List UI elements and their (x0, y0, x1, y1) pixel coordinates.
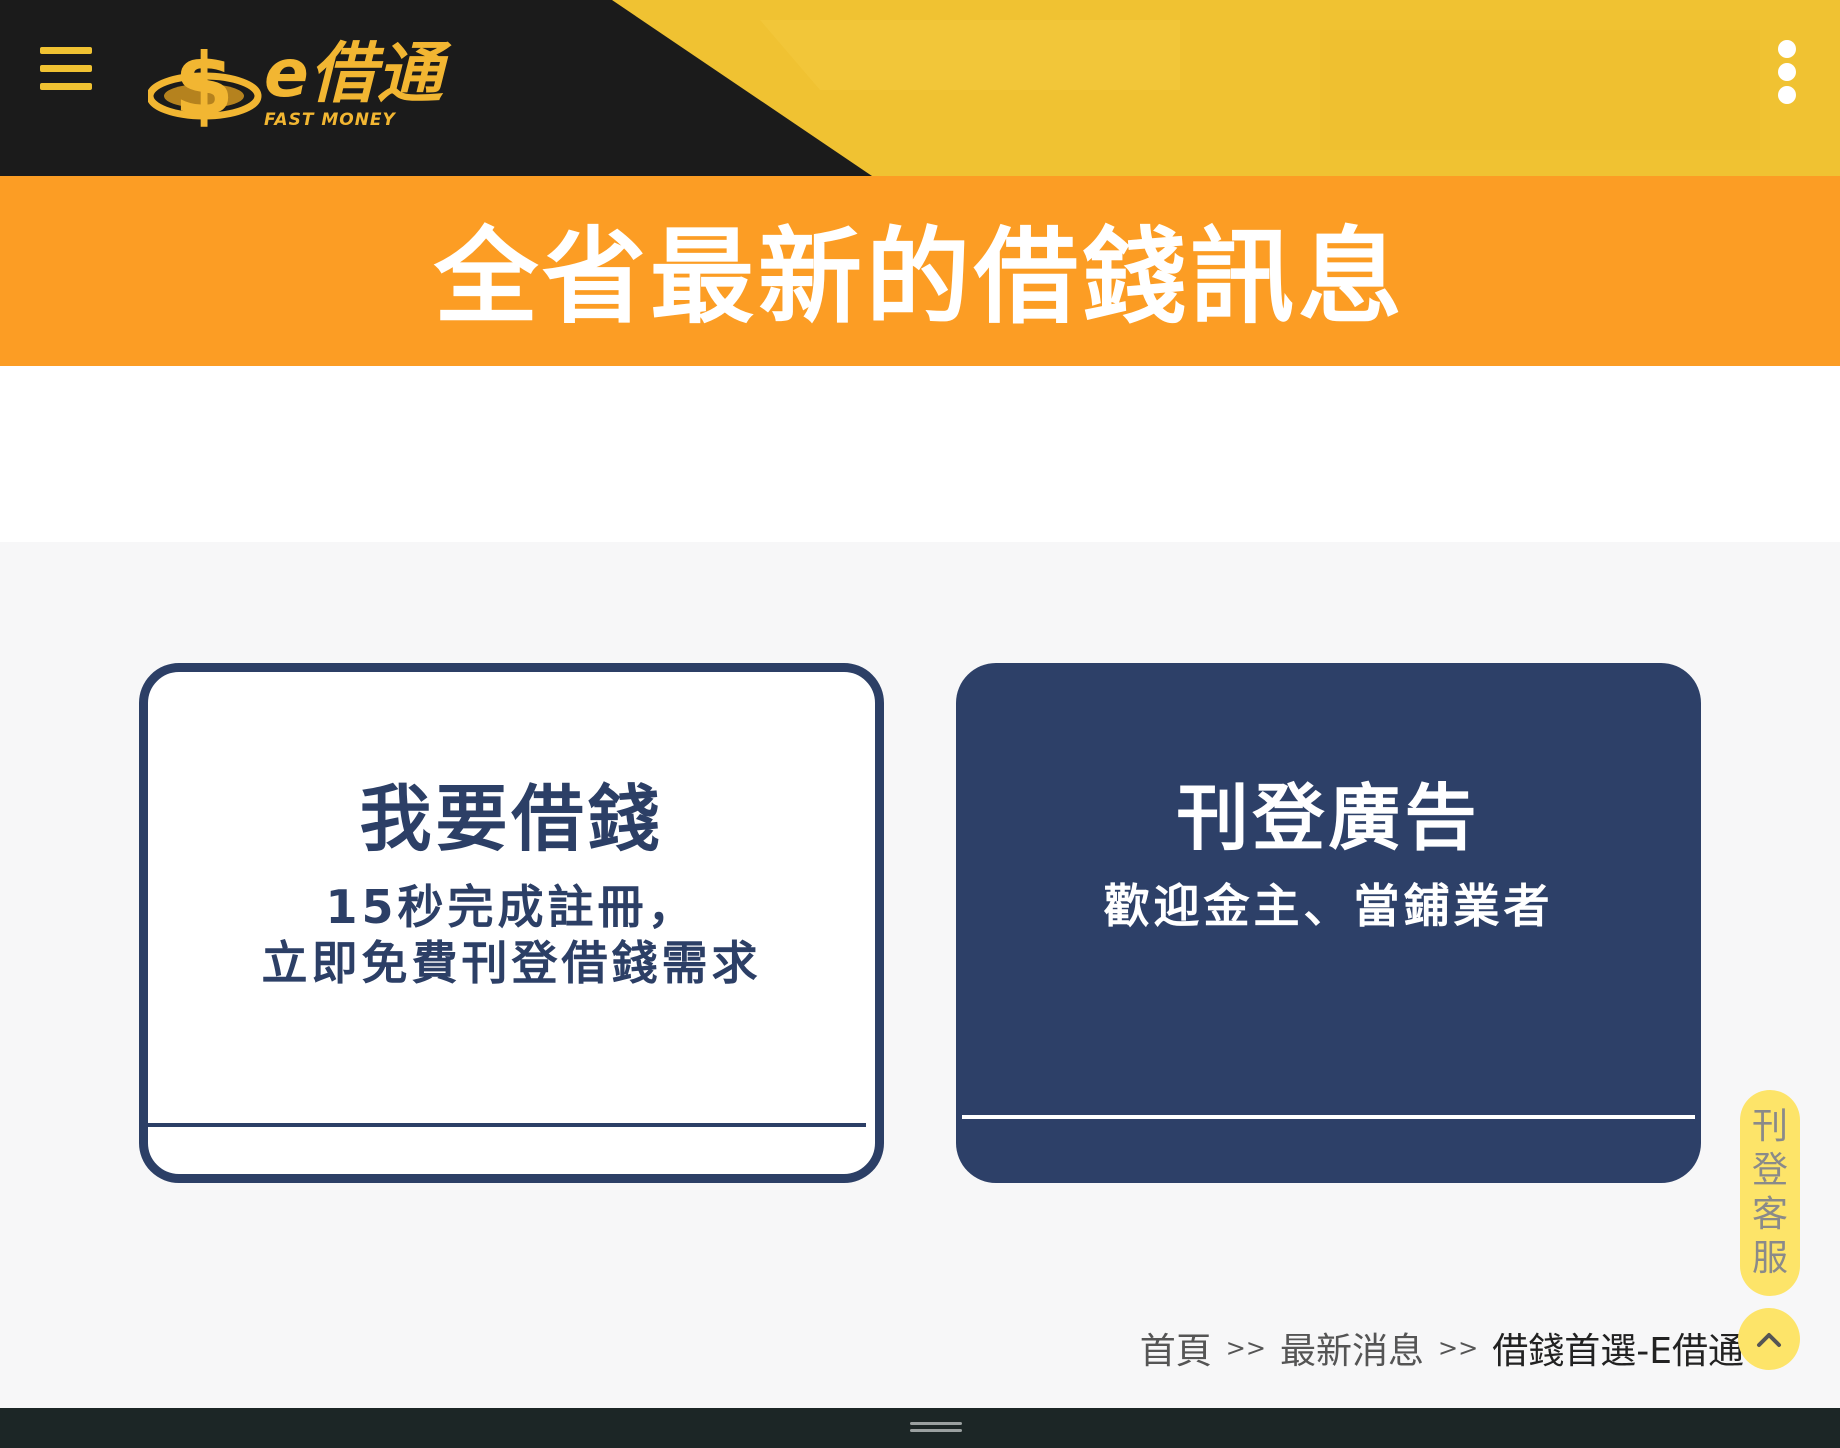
service-char: 客 (1751, 1194, 1788, 1235)
customer-service-button[interactable]: 刊 登 客 服 (1740, 1090, 1800, 1296)
logo-brand-text: e借通 (264, 35, 444, 112)
service-char: 刊 (1751, 1106, 1788, 1147)
back-to-top-button[interactable] (1738, 1308, 1800, 1370)
svg-text:$: $ (174, 35, 234, 135)
page-banner: 全省最新的借錢訊息 (0, 176, 1840, 366)
bottom-navigation-bar (0, 1408, 1840, 1448)
site-header: $ e借通 FAST MONEY (0, 0, 1840, 176)
service-char: 服 (1751, 1238, 1788, 1279)
spacer-area (0, 366, 1840, 542)
borrow-card-title: 我要借錢 (359, 777, 664, 861)
kebab-menu-icon[interactable] (1776, 40, 1800, 106)
borrow-card-subtitle-line1: 15秒完成註冊， (325, 880, 698, 934)
ad-card-subtitle: 歡迎金主、當鋪業者 (1103, 879, 1554, 933)
hamburger-menu-icon[interactable] (38, 44, 94, 94)
borrow-card-subtitle-line2: 立即免費刊登借錢需求 (261, 936, 762, 990)
service-char: 登 (1751, 1150, 1788, 1191)
breadcrumb-current: 借錢首選-E借通 (1492, 1331, 1744, 1372)
breadcrumb-separator: >> (1438, 1334, 1479, 1362)
logo-tagline: FAST MONEY (264, 110, 396, 130)
dollar-coin-icon: $ (148, 35, 262, 135)
chevron-up-icon (1757, 1333, 1781, 1347)
breadcrumb: 首頁 >> 最新消息 >> 借錢首選-E借通 (1140, 1320, 1744, 1376)
breadcrumb-news-link[interactable]: 最新消息 (1280, 1322, 1424, 1374)
page-title: 全省最新的借錢訊息 (433, 215, 1406, 338)
card-divider (148, 1123, 866, 1127)
drag-handle-icon[interactable] (910, 1422, 962, 1434)
card-divider (962, 1115, 1695, 1119)
ad-card-title: 刊登廣告 (1176, 776, 1481, 860)
site-logo[interactable]: $ e借通 FAST MONEY (148, 30, 468, 140)
post-ad-card[interactable]: 刊登廣告 歡迎金主、當鋪業者 (956, 663, 1701, 1183)
borrow-money-card[interactable]: 我要借錢 15秒完成註冊， 立即免費刊登借錢需求 (139, 663, 884, 1183)
breadcrumb-separator: >> (1225, 1334, 1267, 1362)
breadcrumb-home-link[interactable]: 首頁 (1140, 1322, 1212, 1374)
